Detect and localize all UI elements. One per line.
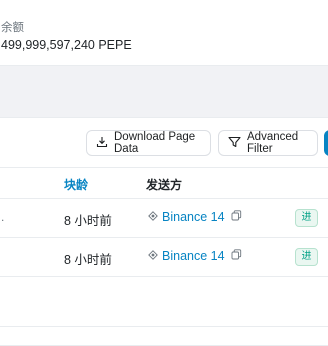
binance-icon — [148, 249, 158, 263]
balance-label: 余额 — [1, 22, 24, 34]
column-header-age[interactable]: 块龄 — [64, 176, 88, 193]
balance-value: 499,999,597,240 PEPE — [1, 38, 132, 52]
divider — [0, 198, 328, 199]
binance-icon — [148, 210, 158, 224]
transfers-card: Download Page Data Advanced Filter 块龄 发送… — [0, 117, 328, 327]
divider — [0, 237, 328, 238]
from-address-link[interactable]: Binance 14 — [162, 210, 225, 224]
copy-icon[interactable] — [231, 249, 242, 263]
row-from: Binance 14 — [148, 249, 242, 263]
direction-badge: 进 — [295, 209, 318, 227]
download-page-data-button[interactable]: Download Page Data — [86, 130, 211, 156]
balance-card: 余额 499,999,597,240 PEPE — [0, 0, 328, 66]
direction-badge: 进 — [295, 248, 318, 266]
row-hash-fragment[interactable]: . — [1, 210, 4, 224]
filter-icon — [228, 136, 241, 151]
more-options-button[interactable] — [324, 130, 328, 156]
copy-icon[interactable] — [231, 210, 242, 224]
advanced-filter-button[interactable]: Advanced Filter — [218, 130, 318, 156]
divider — [0, 167, 328, 168]
download-label: Download Page Data — [114, 131, 196, 155]
download-icon — [96, 136, 108, 151]
column-header-from: 发送方 — [146, 178, 183, 192]
divider — [0, 276, 328, 277]
filter-label: Advanced Filter — [247, 131, 299, 155]
row-age: 8 小时前 — [64, 214, 112, 228]
from-address-link[interactable]: Binance 14 — [162, 249, 225, 263]
row-age: 8 小时前 — [64, 253, 112, 267]
row-from: Binance 14 — [148, 210, 242, 224]
next-section-card — [0, 326, 328, 346]
